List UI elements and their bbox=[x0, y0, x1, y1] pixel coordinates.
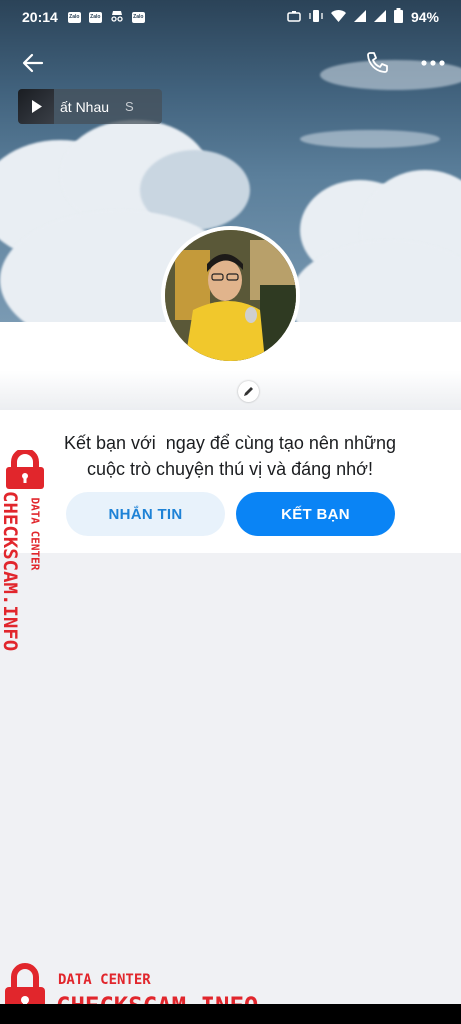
watermark-vertical: CHECKSCAM.INFO DATA CENTER bbox=[0, 450, 52, 680]
music-extra: S bbox=[125, 99, 134, 114]
send-message-button[interactable]: NHẮN TIN bbox=[66, 492, 225, 536]
status-time: 20:14 bbox=[22, 9, 58, 25]
back-button[interactable] bbox=[16, 46, 50, 80]
music-title: ất Nhau bbox=[60, 98, 110, 115]
more-horizontal-icon bbox=[421, 60, 445, 66]
battery-percent: 94% bbox=[410, 9, 439, 25]
wifi-icon bbox=[330, 9, 346, 25]
edit-cover-button[interactable] bbox=[238, 381, 259, 402]
profile-top-bar bbox=[0, 40, 461, 84]
add-friend-button[interactable]: KẾT BẠN bbox=[236, 492, 395, 536]
avatar-photo bbox=[165, 230, 296, 361]
add-friend-panel: Kết bạn với ngay để cùng tạo nên những c… bbox=[0, 410, 461, 553]
call-button[interactable] bbox=[360, 46, 394, 80]
vibrate-icon bbox=[309, 9, 323, 26]
system-navigation-bar bbox=[0, 1004, 461, 1024]
watermark-vertical-big: CHECKSCAM.INFO bbox=[0, 491, 21, 652]
zalo-notification-icon: Zalo bbox=[88, 11, 102, 23]
signal-icon bbox=[353, 9, 366, 25]
pencil-icon bbox=[244, 387, 253, 396]
signal-icon bbox=[373, 9, 386, 25]
play-icon bbox=[32, 100, 42, 113]
arrow-left-icon bbox=[22, 53, 44, 73]
lock-icon bbox=[6, 450, 44, 489]
more-options-button[interactable] bbox=[416, 46, 450, 80]
incognito-icon bbox=[110, 9, 124, 25]
zalo-notification-icon: Zalo bbox=[131, 11, 145, 23]
watermark-vertical-small: DATA CENTER bbox=[28, 497, 42, 571]
zalo-notification-icon: Zalo bbox=[67, 11, 81, 23]
friend-prompt-line1: Kết bạn với ngay để cùng tạo nên những bbox=[63, 433, 397, 453]
battery-icon bbox=[393, 8, 403, 26]
watermark-bottom-small: DATA CENTER bbox=[58, 972, 151, 988]
friend-prompt-text: Kết bạn với ngay để cùng tạo nên những c… bbox=[30, 430, 430, 482]
music-thumbnail bbox=[18, 89, 54, 124]
briefcase-icon bbox=[287, 9, 301, 25]
status-bar: 20:14 Zalo Zalo Zalo 94% bbox=[0, 0, 461, 34]
phone-icon bbox=[367, 52, 388, 73]
friend-prompt-line2: cuộc trò chuyện thú vị và đáng nhớ! bbox=[87, 459, 373, 479]
avatar[interactable] bbox=[161, 226, 300, 365]
profile-music-chip[interactable]: ất Nhau S bbox=[18, 89, 162, 124]
